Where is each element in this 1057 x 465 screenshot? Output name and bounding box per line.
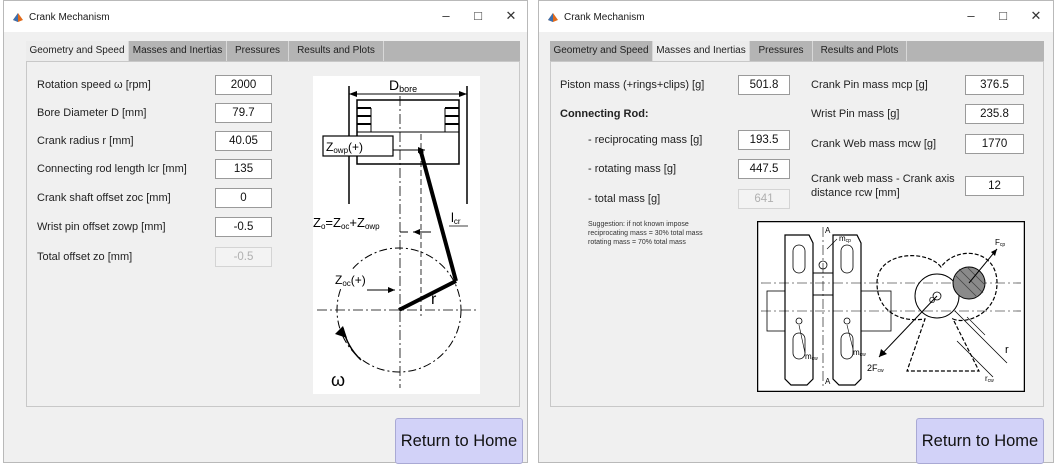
suggestion-note: Suggestion: if not known impose reciproc… [588, 221, 703, 246]
field-label: Bore Diameter D [mm] [37, 107, 147, 119]
close-button[interactable]: ✕ [500, 7, 522, 25]
tab-masses-and-inertias[interactable]: Masses and Inertias [653, 41, 750, 61]
piston-mass-label: Piston mass (+rings+clips) [g] [560, 79, 705, 91]
reciprocating-mass-input[interactable]: 193.5 [738, 130, 790, 150]
left-title-bar: Crank Mechanism – □ ✕ [4, 1, 527, 32]
crank-web-distance-input[interactable]: 12 [965, 176, 1024, 196]
crank-pin-mass-label: Crank Pin mass mcp [g] [811, 79, 928, 91]
tab-results-and-plots[interactable]: Results and Plots [813, 41, 907, 61]
field-label: Connecting rod length lcr [mm] [37, 163, 187, 175]
crank-web-mass-input[interactable]: 1770 [965, 134, 1024, 154]
wrist-pin-mass-label: Wrist Pin mass [g] [811, 108, 900, 120]
zoc-label: Zoc(+) [335, 273, 366, 288]
crank-web-mass-label: Crank Web mass mcw [g] [811, 138, 937, 150]
matlab-icon [13, 13, 23, 22]
tab-bar: Geometry and Speed Masses and Inertias P… [550, 41, 1044, 61]
reciprocating-mass-label: - reciprocating mass [g] [588, 134, 703, 146]
rotating-mass-input[interactable]: 447.5 [738, 159, 790, 179]
minimize-button[interactable]: – [435, 7, 457, 25]
crank-radius-input[interactable]: 40.05 [215, 131, 272, 151]
minimize-button[interactable]: – [960, 7, 982, 25]
section-a-bottom-label: A [825, 377, 831, 386]
connecting-rod-heading: Connecting Rod: [560, 108, 649, 120]
field-label: Crank radius r [mm] [37, 135, 134, 147]
tab-pressures[interactable]: Pressures [227, 41, 289, 61]
return-to-home-button[interactable]: Return to Home [395, 418, 523, 464]
field-label: Total offset zo [mm] [37, 251, 133, 263]
matlab-icon [548, 13, 558, 22]
right-title-bar: Crank Mechanism – □ ✕ [539, 1, 1053, 32]
left-window: Crank Mechanism – □ ✕ Geometry and Speed… [3, 0, 528, 464]
maximize-button[interactable]: □ [467, 7, 489, 25]
piston-mass-input[interactable]: 501.8 [738, 75, 790, 95]
window-title: Crank Mechanism [29, 12, 110, 23]
geometry-panel: Rotation speed ω [rpm] 2000 Bore Diamete… [26, 61, 520, 407]
tab-results-and-plots[interactable]: Results and Plots [289, 41, 384, 61]
total-mass-output: 641 [738, 189, 790, 209]
total-mass-label: - total mass [g] [588, 193, 661, 205]
tab-pressures[interactable]: Pressures [750, 41, 813, 61]
tab-geometry-and-speed[interactable]: Geometry and Speed [550, 41, 653, 61]
crank-offset-input[interactable]: 0 [215, 188, 272, 208]
close-button[interactable]: ✕ [1025, 7, 1047, 25]
wrist-pin-mass-input[interactable]: 235.8 [965, 104, 1024, 124]
crank-web-distance-label-2: distance rcw [mm] [811, 187, 900, 199]
piston-geometry-diagram: Dbore Zowp(+) Zo=Zoc+Zowp lcr Zoc(+) r ω [313, 76, 480, 394]
return-to-home-button[interactable]: Return to Home [916, 418, 1044, 464]
masses-panel: Piston mass (+rings+clips) [g] 501.8 Con… [550, 61, 1044, 407]
total-offset-output: -0.5 [215, 247, 272, 267]
field-label: Wrist pin offset zowp [mm] [37, 221, 166, 233]
rotating-mass-label: - rotating mass [g] [588, 163, 677, 175]
field-label: Rotation speed ω [rpm] [37, 79, 151, 91]
tab-bar: Geometry and Speed Masses and Inertias P… [26, 41, 520, 61]
r-dimension-label: r [1005, 344, 1009, 356]
maximize-button[interactable]: □ [992, 7, 1014, 25]
crank-web-distance-label-1: Crank web mass - Crank axis [811, 173, 955, 185]
rod-length-input[interactable]: 135 [215, 159, 272, 179]
tab-masses-and-inertias[interactable]: Masses and Inertias [129, 41, 227, 61]
tab-geometry-and-speed[interactable]: Geometry and Speed [26, 41, 129, 61]
section-a-top-label: A [825, 226, 831, 235]
bore-diameter-input[interactable]: 79.7 [215, 103, 272, 123]
crankshaft-diagram: A A mcp mcw mcw O Fcp [757, 221, 1025, 392]
wrist-pin-offset-input[interactable]: -0.5 [215, 217, 272, 237]
r-label: r [431, 291, 437, 308]
omega-label: ω [331, 370, 345, 390]
window-title: Crank Mechanism [564, 12, 645, 23]
right-window: Crank Mechanism – □ ✕ Geometry and Speed… [538, 0, 1054, 464]
rotation-speed-input[interactable]: 2000 [215, 75, 272, 95]
field-label: Crank shaft offset zoc [mm] [37, 192, 171, 204]
crank-pin-mass-input[interactable]: 376.5 [965, 75, 1024, 95]
